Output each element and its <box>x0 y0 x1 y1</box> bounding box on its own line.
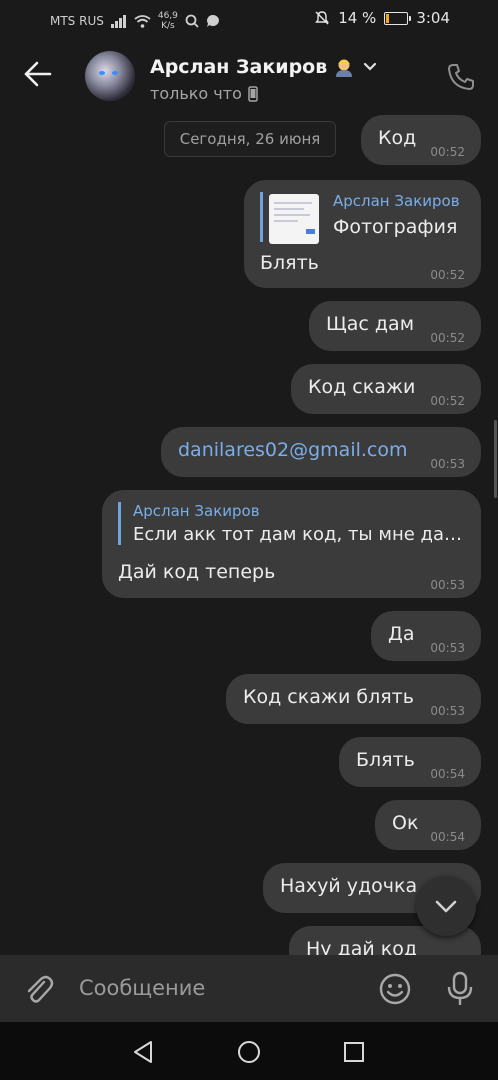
message-time: 00:53 <box>430 578 465 592</box>
message-bubble[interactable]: danilares02@gmail.com 00:53 <box>161 427 481 477</box>
worker-emoji-icon <box>336 59 353 77</box>
message-bubble[interactable]: Код 00:52 <box>361 115 481 165</box>
contact-name[interactable]: Арслан Закиров <box>150 56 379 78</box>
reply-photo-thumbnail <box>269 194 319 244</box>
message-bubble[interactable]: Блять 00:54 <box>339 737 481 787</box>
message-bubble[interactable]: Арслан Закиров Фотография Блять 00:52 <box>244 180 481 288</box>
message-composer: Сообщение <box>0 955 498 1022</box>
message-text: Код скажи <box>308 376 416 398</box>
status-left: MTS RUS 46,9 K/s <box>50 11 220 31</box>
message-time: 00:52 <box>430 394 465 408</box>
date-separator: Сегодня, 26 июня <box>164 121 336 157</box>
chevron-down-icon[interactable] <box>361 58 379 76</box>
thumbnail-line <box>274 214 310 216</box>
message-time: 00:52 <box>430 268 465 282</box>
chat-notification-icon <box>206 15 219 27</box>
scroll-to-bottom-button[interactable] <box>416 876 476 936</box>
thumbnail-button <box>306 229 315 234</box>
avatar[interactable] <box>85 51 135 101</box>
thumbnail-line <box>274 208 304 210</box>
reply-bar <box>260 192 263 242</box>
emoji-smile-icon[interactable] <box>378 972 412 1006</box>
microphone-icon[interactable] <box>446 971 474 1007</box>
speed-value: 46,9 <box>157 11 178 21</box>
nav-recents-icon[interactable] <box>343 1041 365 1063</box>
thumbnail-line <box>274 220 298 222</box>
wifi-icon <box>134 14 151 28</box>
system-nav-bar <box>0 1022 498 1080</box>
message-text: Код <box>378 127 417 149</box>
network-speed: 46,9 K/s <box>158 11 178 31</box>
message-text: Код скажи блять <box>243 686 414 708</box>
signal-icon <box>110 14 126 28</box>
clock: 3:04 <box>416 9 450 27</box>
message-bubble[interactable]: Арслан Закиров Если акк тот дам код, ты … <box>102 490 481 598</box>
chat-header: Арслан Закиров только что <box>0 38 498 114</box>
message-text: Блять <box>356 749 415 771</box>
contact-status: только что <box>150 84 258 103</box>
reply-text: Если акк тот дам код, ты мне да… <box>133 524 462 545</box>
speed-unit: K/s <box>161 21 175 31</box>
nav-back-icon[interactable] <box>131 1040 155 1064</box>
thumbnail-line <box>274 202 312 204</box>
paperclip-icon[interactable] <box>22 973 54 1005</box>
message-time: 00:54 <box>430 830 465 844</box>
reply-quote: Арслан Закиров Если акк тот дам код, ты … <box>118 502 462 545</box>
message-text: Да <box>388 623 415 645</box>
phone-call-icon[interactable] <box>446 62 476 92</box>
contact-name-text: Арслан Закиров <box>150 56 328 78</box>
scrollbar[interactable] <box>494 420 497 498</box>
message-input[interactable]: Сообщение <box>79 976 205 1000</box>
avatar-eye <box>99 71 105 75</box>
message-time: 00:54 <box>430 767 465 781</box>
message-text: Нахуй удочка <box>280 875 418 897</box>
battery-icon <box>384 11 412 25</box>
nav-home-icon[interactable] <box>237 1040 261 1064</box>
search-icon <box>185 14 199 28</box>
message-time: 00:53 <box>430 641 465 655</box>
message-time: 00:52 <box>430 145 465 159</box>
message-text: Дай код теперь <box>118 561 276 583</box>
reply-author: Арслан Закиров <box>333 192 460 210</box>
battery-percent: 14 % <box>338 9 377 27</box>
message-time: 00:53 <box>430 704 465 718</box>
status-bar: MTS RUS 46,9 K/s 14 % 3:04 <box>0 0 498 38</box>
message-bubble[interactable]: Ок 00:54 <box>375 800 481 850</box>
mobile-phone-icon <box>248 85 258 102</box>
message-bubble[interactable]: Код скажи блять 00:53 <box>226 674 481 724</box>
mute-icon <box>315 11 330 25</box>
chevron-down-icon <box>435 900 457 913</box>
message-bubble[interactable]: Код скажи 00:52 <box>291 364 481 414</box>
reply-text: Фотография <box>333 216 458 238</box>
carrier-name: MTS RUS <box>50 14 104 28</box>
message-text: Блять <box>260 252 319 274</box>
message-time: 00:53 <box>430 457 465 471</box>
avatar-eye <box>112 71 118 75</box>
message-text: Ок <box>392 812 419 834</box>
message-time: 00:52 <box>430 331 465 345</box>
contact-status-text: только что <box>150 84 242 103</box>
email-link[interactable]: danilares02@gmail.com <box>178 439 408 461</box>
message-bubble[interactable]: Щас дам 00:52 <box>309 301 481 351</box>
reply-author: Арслан Закиров <box>133 502 260 520</box>
message-text: Щас дам <box>326 313 415 335</box>
back-arrow-icon[interactable] <box>22 58 54 90</box>
battery-fill <box>386 13 390 23</box>
status-right: 14 % 3:04 <box>314 9 450 27</box>
message-bubble[interactable]: Да 00:53 <box>371 611 481 661</box>
